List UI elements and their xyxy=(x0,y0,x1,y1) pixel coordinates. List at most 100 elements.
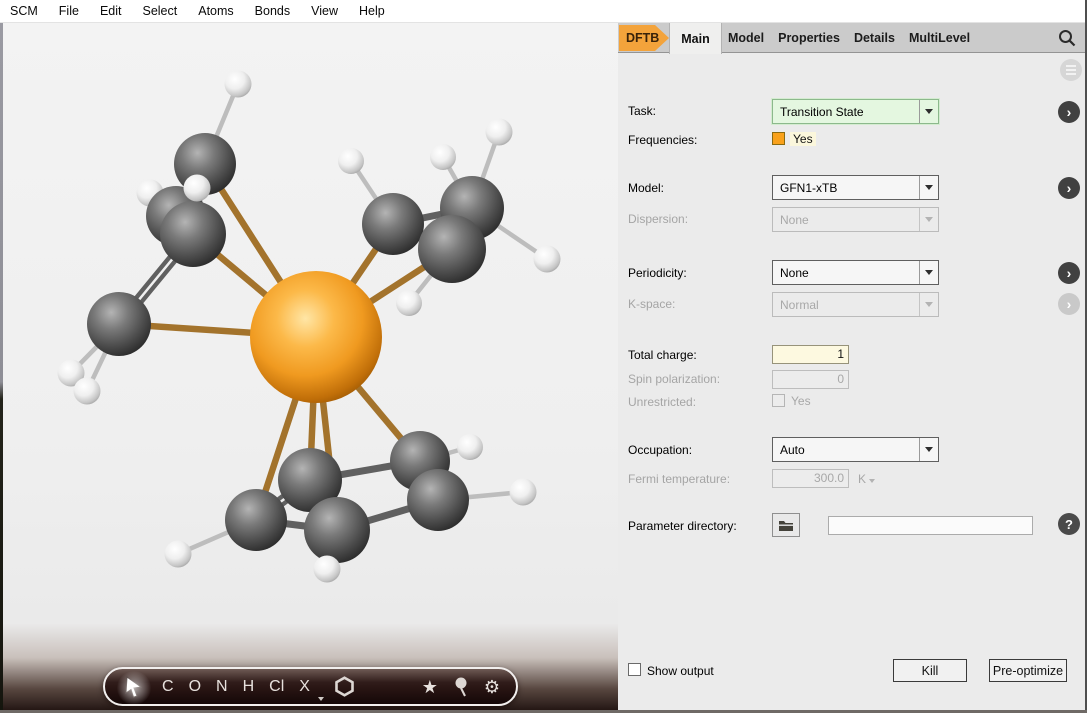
task-select[interactable]: Transition State xyxy=(772,99,939,124)
atom-c[interactable] xyxy=(362,193,424,255)
dispersion-dropdown-button xyxy=(919,208,938,231)
dftb-input-panel: DFTB Main Model Properties Details Multi… xyxy=(618,23,1087,713)
atom-h[interactable] xyxy=(314,556,341,583)
tab-bar: DFTB Main Model Properties Details Multi… xyxy=(618,23,1087,53)
atom-h[interactable] xyxy=(430,144,456,170)
tab-multilevel[interactable]: MultiLevel xyxy=(909,31,970,45)
element-x-dropdown-caret[interactable] xyxy=(318,697,324,701)
folder-icon xyxy=(778,519,794,532)
atom-h[interactable] xyxy=(510,479,537,506)
menu-edit[interactable]: Edit xyxy=(100,4,122,18)
help-button[interactable]: ? xyxy=(1058,513,1080,535)
molecule-viewer[interactable]: C O N H Cl X ★ ⚙ xyxy=(0,23,618,713)
atom-metal[interactable] xyxy=(250,271,382,403)
tab-model[interactable]: Model xyxy=(728,31,764,45)
menu-scm[interactable]: SCM xyxy=(10,4,38,18)
occupation-dropdown-button[interactable] xyxy=(919,438,938,461)
ring-tool-button[interactable] xyxy=(334,676,355,697)
caret-down-icon xyxy=(925,447,933,452)
task-dropdown-button[interactable] xyxy=(919,100,938,123)
kill-button[interactable]: Kill xyxy=(893,659,967,682)
element-o-button[interactable]: O xyxy=(189,679,201,695)
atom-c[interactable] xyxy=(418,215,486,283)
atom-c[interactable] xyxy=(407,469,469,531)
panel-menu-button xyxy=(1060,59,1082,81)
caret-down-icon xyxy=(925,185,933,190)
atom-h[interactable] xyxy=(74,378,101,405)
search-icon[interactable] xyxy=(1057,28,1077,48)
balloon-tool-button[interactable] xyxy=(453,677,469,697)
atom-c[interactable] xyxy=(87,292,151,356)
fermi-temperature-unit[interactable]: K xyxy=(858,472,875,486)
menu-atoms[interactable]: Atoms xyxy=(198,4,233,18)
total-charge-input[interactable]: 1 xyxy=(772,345,849,364)
spin-polarization-input: 0 xyxy=(772,370,849,389)
periodicity-label: Periodicity: xyxy=(628,266,687,280)
menu-view[interactable]: View xyxy=(311,4,338,18)
atom-h[interactable] xyxy=(184,175,211,202)
model-select[interactable]: GFN1-xTB xyxy=(772,175,939,200)
viewer-toolbar: C O N H Cl X ★ ⚙ xyxy=(103,667,518,706)
task-details-arrow-button[interactable]: › xyxy=(1058,101,1080,123)
pre-optimize-button[interactable]: Pre-optimize xyxy=(989,659,1067,682)
show-output-label[interactable]: Show output xyxy=(647,664,714,678)
pointer-tool-glow xyxy=(117,671,151,705)
task-value: Transition State xyxy=(773,100,919,123)
tab-main[interactable]: Main xyxy=(669,23,722,54)
tab-properties[interactable]: Properties xyxy=(778,31,840,45)
frequencies-checkbox[interactable] xyxy=(772,132,785,145)
hexagon-icon xyxy=(334,676,355,697)
atom-h[interactable] xyxy=(338,148,364,174)
atom-h[interactable] xyxy=(457,434,483,460)
dispersion-label: Dispersion: xyxy=(628,212,688,226)
parameter-directory-input[interactable] xyxy=(828,516,1033,535)
occupation-select[interactable]: Auto xyxy=(772,437,939,462)
fermi-temperature-input: 300.0 xyxy=(772,469,849,488)
show-output-checkbox[interactable] xyxy=(628,663,641,676)
tab-details[interactable]: Details xyxy=(854,31,895,45)
kspace-select: Normal xyxy=(772,292,939,317)
periodicity-details-arrow-button[interactable]: › xyxy=(1058,262,1080,284)
settings-tool-button[interactable]: ⚙ xyxy=(484,678,500,696)
model-dropdown-button[interactable] xyxy=(919,176,938,199)
occupation-label: Occupation: xyxy=(628,443,692,457)
pointer-tool-button[interactable] xyxy=(121,674,147,700)
total-charge-label: Total charge: xyxy=(628,348,697,362)
atom-h[interactable] xyxy=(225,71,252,98)
caret-down-icon xyxy=(925,302,933,307)
atom-c[interactable] xyxy=(225,489,287,551)
periodicity-dropdown-button[interactable] xyxy=(919,261,938,284)
element-c-button[interactable]: C xyxy=(162,679,174,695)
unrestricted-yes-label: Yes xyxy=(791,394,811,408)
menu-select[interactable]: Select xyxy=(142,4,177,18)
menu-bar: SCM File Edit Select Atoms Bonds View He… xyxy=(0,0,1087,23)
element-h-button[interactable]: H xyxy=(243,679,255,695)
fermi-temperature-label: Fermi temperature: xyxy=(628,472,730,486)
atom-h[interactable] xyxy=(486,119,513,146)
caret-down-icon xyxy=(925,270,933,275)
atom-c[interactable] xyxy=(304,497,370,563)
element-x-button[interactable]: X xyxy=(299,679,310,695)
balloon-icon xyxy=(453,677,469,697)
atom-c[interactable] xyxy=(160,201,226,267)
menu-bonds[interactable]: Bonds xyxy=(255,4,290,18)
model-details-arrow-button[interactable]: › xyxy=(1058,177,1080,199)
element-n-button[interactable]: N xyxy=(216,679,228,695)
frequencies-yes-label[interactable]: Yes xyxy=(790,132,816,146)
star-tool-button[interactable]: ★ xyxy=(422,678,438,696)
caret-down-icon xyxy=(869,479,875,483)
task-label: Task: xyxy=(628,104,656,118)
browse-directory-button[interactable] xyxy=(772,513,800,537)
model-label: Model: xyxy=(628,181,664,195)
module-badge-dftb[interactable]: DFTB xyxy=(619,25,669,51)
atom-h[interactable] xyxy=(534,246,561,273)
menu-file[interactable]: File xyxy=(59,4,79,18)
kspace-value: Normal xyxy=(773,293,919,316)
molecule-canvas[interactable] xyxy=(0,23,618,713)
atom-h[interactable] xyxy=(396,290,422,316)
atom-h[interactable] xyxy=(165,541,192,568)
menu-help[interactable]: Help xyxy=(359,4,385,18)
periodicity-select[interactable]: None xyxy=(772,260,939,285)
element-cl-button[interactable]: Cl xyxy=(269,679,284,695)
kspace-details-arrow-button: › xyxy=(1058,293,1080,315)
